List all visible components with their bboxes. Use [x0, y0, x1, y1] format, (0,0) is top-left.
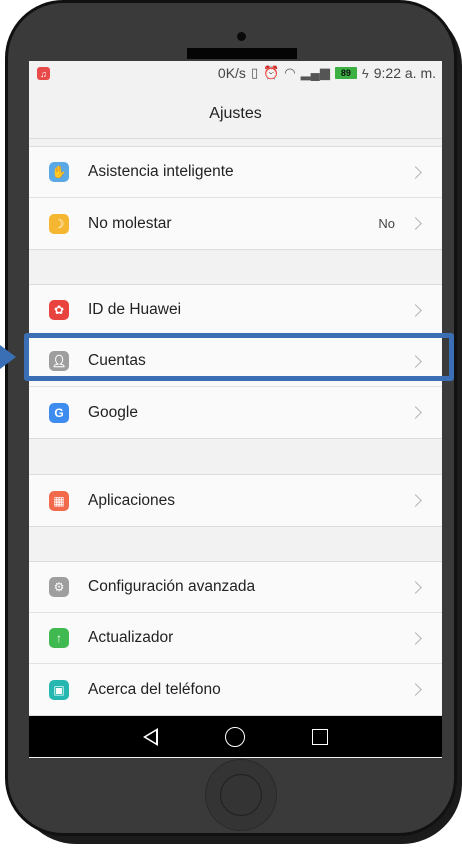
settings-item-aplicaciones[interactable]: ▦ Aplicaciones — [29, 475, 442, 526]
back-triangle-icon[interactable] — [142, 727, 158, 746]
chevron-right-icon — [409, 494, 422, 507]
chevron-right-icon — [409, 631, 422, 645]
status-right-group: 0K/s ▯ ⏰ ◠ ▂▄▆ 89 ϟ 9:22 a. m. — [218, 65, 436, 81]
page-title: Ajustes — [209, 104, 262, 122]
google-icon: G — [49, 402, 69, 423]
status-bar: ♫ 0K/s ▯ ⏰ ◠ ▂▄▆ 89 ϟ 9:22 a. m. — [29, 61, 442, 89]
settings-item-label: Google — [88, 403, 138, 421]
settings-item-actualizador[interactable]: ↑ Actualizador — [29, 613, 442, 664]
highlight-box-cuentas — [24, 333, 454, 381]
apps-grid-icon: ▦ — [49, 490, 69, 511]
chevron-right-icon — [409, 165, 422, 179]
settings-group-3: ▦ Aplicaciones — [29, 474, 442, 527]
settings-item-label: Asistencia inteligente — [88, 163, 234, 180]
hand-touch-icon: ✋ — [49, 162, 69, 182]
home-circle-icon[interactable] — [224, 726, 245, 747]
alarm-icon: ⏰ — [263, 65, 280, 80]
settings-item-configuracion-avanzada[interactable]: ⚙ Configuración avanzada — [29, 562, 442, 613]
settings-item-label: ID de Huawei — [88, 301, 182, 318]
network-speed: 0K/s — [217, 65, 246, 81]
vibrate-icon: ▯ — [250, 65, 259, 80]
status-time: 9:22 a. m. — [373, 65, 436, 81]
settings-group-4: ⚙ Configuración avanzada ↑ Actualizador … — [29, 561, 442, 716]
earpiece-speaker — [187, 48, 297, 59]
battery-level: 89 — [340, 68, 351, 78]
settings-item-label: Acerca del teléfono — [88, 680, 221, 698]
chevron-right-icon — [409, 406, 422, 419]
huawei-icon: ✿ — [49, 300, 69, 320]
recent-square-icon[interactable] — [312, 728, 329, 745]
music-note-icon: ♫ — [37, 67, 50, 80]
settings-screen: ♫ 0K/s ▯ ⏰ ◠ ▂▄▆ 89 ϟ 9:22 a. m. Ajustes… — [29, 61, 442, 758]
chevron-right-icon — [409, 683, 422, 696]
settings-item-asistencia[interactable]: ✋ Asistencia inteligente — [29, 147, 442, 198]
arrow-up-icon: ↑ — [49, 628, 69, 648]
moon-icon: ☽ — [49, 213, 69, 234]
home-button-ring — [220, 774, 262, 816]
settings-item-label: Configuración avanzada — [88, 578, 256, 595]
chevron-right-icon — [409, 217, 422, 230]
battery-icon: 89 — [334, 67, 357, 79]
wifi-icon: ◠ — [284, 65, 296, 80]
charging-icon: ϟ — [361, 65, 369, 81]
chevron-right-icon — [409, 303, 422, 317]
settings-item-label: Aplicaciones — [88, 491, 176, 509]
pointer-arrow-icon — [0, 345, 16, 369]
physical-home-button[interactable] — [205, 759, 277, 831]
gear-icon: ⚙ — [49, 577, 69, 597]
settings-item-acerca-del-telefono[interactable]: ▣ Acerca del teléfono — [29, 664, 442, 715]
settings-item-label: Actualizador — [88, 629, 174, 646]
phone-info-icon: ▣ — [49, 679, 69, 700]
settings-item-google[interactable]: G Google — [29, 387, 442, 438]
settings-item-no-molestar[interactable]: ☽ No molestar No — [29, 198, 442, 249]
settings-group-1: ✋ Asistencia inteligente ☽ No molestar N… — [29, 146, 442, 250]
settings-item-label: No molestar — [88, 214, 172, 232]
page-title-bar: Ajustes — [29, 89, 442, 139]
android-nav-bar — [29, 716, 442, 757]
settings-item-value: No — [378, 216, 395, 231]
front-camera — [237, 32, 246, 41]
chevron-right-icon — [409, 580, 422, 594]
signal-icon: ▂▄▆ — [300, 65, 330, 80]
settings-item-huawei-id[interactable]: ✿ ID de Huawei — [29, 285, 442, 336]
